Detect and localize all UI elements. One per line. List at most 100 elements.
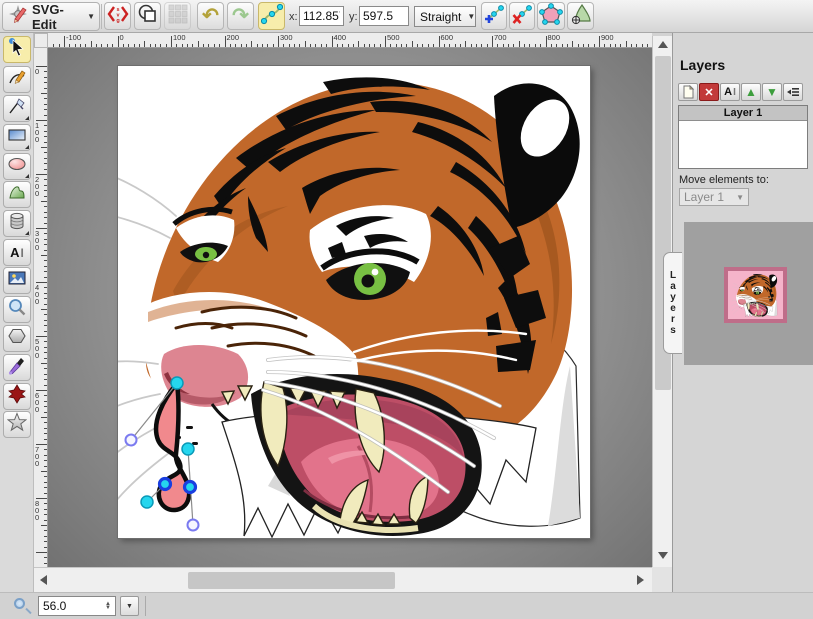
top-toolbar: SVG-Edit ▼ s v g [0,0,813,33]
x-input[interactable] [299,6,344,26]
ruler-corner [34,33,48,48]
rename-a-icon: AI [724,86,736,98]
selection-thumbnail [724,267,787,323]
horizontal-scroll-thumb[interactable] [188,572,395,589]
scroll-up-icon[interactable] [658,41,668,48]
chevron-down-icon: ▼ [87,12,95,21]
svg-source-icon: s v g [107,3,129,30]
rename-layer-button[interactable]: AI [720,83,740,101]
tool-polygon[interactable] [3,325,31,352]
hexagon-icon [7,326,27,351]
left-toolbar: AI [0,33,34,592]
segment-type-select[interactable]: Straight ▼ [414,6,476,27]
submenu-arrow-icon [25,145,29,149]
menu-list-icon [786,86,800,98]
submenu-arrow-icon [25,231,29,235]
delete-node-button[interactable] [509,2,535,30]
chevron-down-icon: ▼ [126,603,133,610]
node-add-icon [483,3,505,30]
move-elements-label: Move elements to: [679,174,769,186]
rectangle-icon [7,125,27,150]
tool-path[interactable] [3,181,31,208]
grid-icon [168,4,188,29]
layers-collapse-tab[interactable]: Layers [663,252,682,354]
overlapping-shapes-icon [137,3,159,30]
arrow-down-icon: ▼ [766,85,778,99]
layer-menu-button[interactable] [783,83,803,101]
zoom-preset-dropdown[interactable]: ▼ [120,596,139,616]
tool-select[interactable] [3,36,31,63]
layer-buttons-row: ✕ AI ▲ ▼ [678,83,803,101]
move-layer-down-button[interactable]: ▼ [762,83,782,101]
ruler-vertical: 01 0 02 0 03 0 04 0 05 0 06 0 07 0 08 0 … [34,48,48,567]
redo-arrow-icon: ↷ [232,6,249,26]
y-label: y: [349,11,358,23]
pen-line-icon [7,96,27,121]
tool-zoom[interactable] [3,296,31,323]
layer-list[interactable]: Layer 1 [678,105,808,169]
tool-line[interactable] [3,95,31,122]
scroll-down-icon[interactable] [658,552,668,559]
red-cross-shape-icon [7,384,27,409]
tool-pencil[interactable] [3,66,31,93]
x-label: x: [289,11,298,23]
layers-panel-title: Layers [680,57,725,73]
svg-text:g: g [116,18,119,24]
status-divider [145,596,146,616]
undo-arrow-icon: ↶ [202,6,219,26]
tool-eyedropper[interactable] [3,354,31,381]
chevron-down-icon: ▼ [736,193,744,202]
submenu-arrow-icon [25,174,29,178]
ellipse-icon [7,154,27,179]
spinner-icon[interactable]: ▲▼ [105,602,111,610]
horizontal-scrollbar[interactable] [34,567,652,592]
zoom-level-input[interactable]: 56.0 ▲▼ [38,596,116,616]
convert-path-icon [570,3,592,30]
select-cursor-icon [7,37,27,62]
eyedropper-icon [7,355,27,380]
svg-canvas[interactable] [118,66,590,538]
app-title: SVG-Edit [32,2,84,32]
open-close-path-button[interactable] [537,2,565,30]
tiger-thumbnail [728,271,783,319]
tool-text[interactable]: AI [3,239,31,266]
move-layer-up-button[interactable]: ▲ [741,83,761,101]
cylinder-icon [7,211,27,236]
tool-connector[interactable] [3,383,31,410]
undo-button[interactable]: ↶ [197,2,224,30]
main-menu-button[interactable]: SVG-Edit ▼ [2,2,100,31]
scrollbar-corner [652,567,673,592]
convert-to-path-button[interactable] [567,2,594,30]
zoom-magnifier-icon [14,598,25,609]
tool-image[interactable] [3,267,31,294]
tool-rectangle[interactable] [3,124,31,151]
new-layer-button[interactable] [678,83,698,101]
layer-list-header[interactable]: Layer 1 [679,106,807,121]
tool-star[interactable] [3,411,31,438]
tiger-drawing [118,66,590,538]
scroll-right-icon[interactable] [637,575,644,585]
grid-button[interactable] [164,2,191,30]
submenu-arrow-icon [25,116,29,120]
tool-shape-library[interactable] [3,210,31,237]
node-delete-icon [511,3,533,30]
svg-edit-app: SVG-Edit ▼ s v g [0,0,813,619]
delete-x-icon: ✕ [704,86,713,99]
chevron-down-icon: ▼ [467,12,475,21]
move-elements-select[interactable]: Layer 1 ▼ [679,188,749,206]
arrow-up-icon: ▲ [745,85,757,99]
add-node-button[interactable] [481,2,507,30]
scroll-left-icon[interactable] [40,575,47,585]
workspace-background [48,48,652,567]
redo-button[interactable]: ↷ [227,2,254,30]
tool-ellipse[interactable] [3,153,31,180]
source-code-button[interactable]: s v g [104,2,131,30]
magnifier-icon [7,297,27,322]
y-input[interactable] [359,6,409,26]
edit-nodes-button[interactable] [258,2,285,30]
wireframe-button[interactable] [134,2,161,30]
delete-layer-button[interactable]: ✕ [699,83,719,101]
text-a-icon: AI [10,245,24,260]
new-page-icon [681,85,695,99]
pencil-logo-icon [7,3,29,30]
